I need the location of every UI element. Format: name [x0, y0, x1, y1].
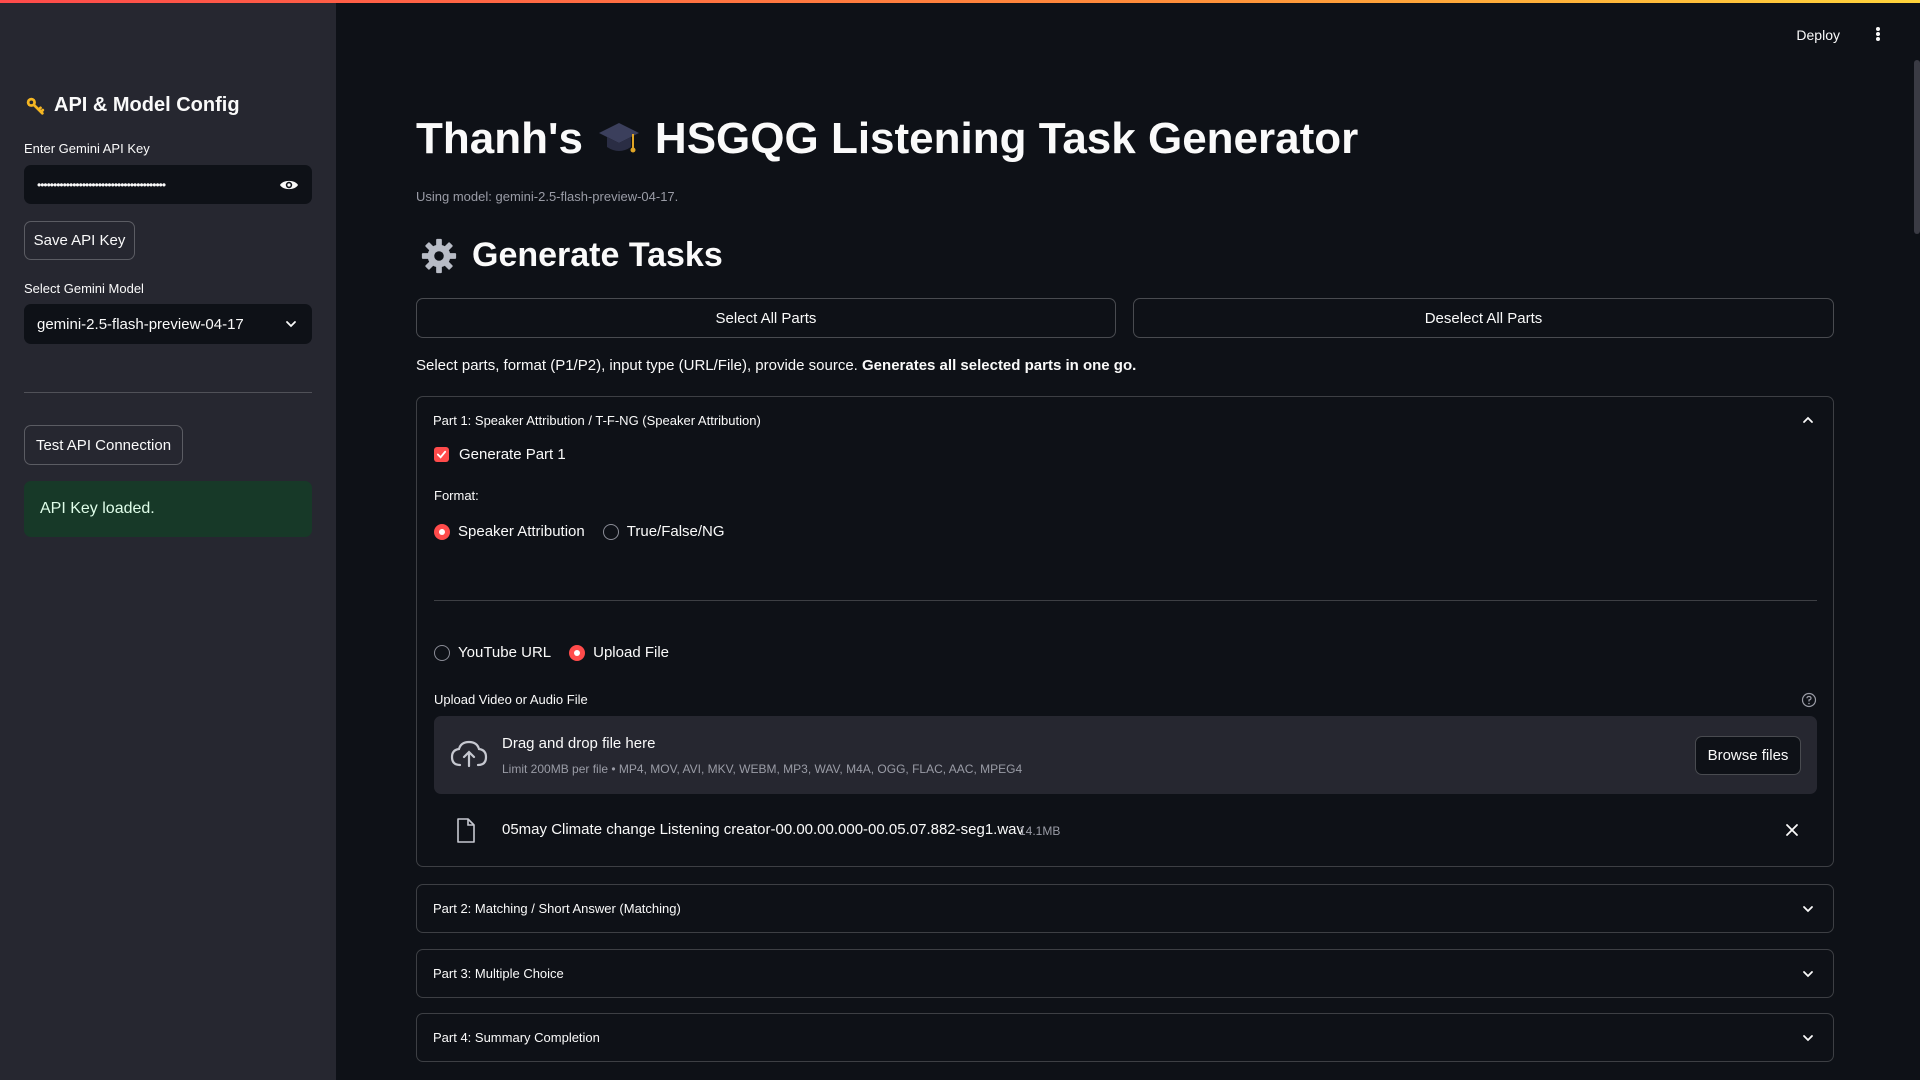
format-option-label: True/False/NG: [626, 523, 725, 540]
check-icon: [436, 450, 447, 459]
part3-expander[interactable]: Part 3: Multiple Choice: [416, 949, 1834, 998]
chevron-down-icon: [286, 321, 296, 328]
model-caption: Using model: gemini-2.5-flash-preview-04…: [416, 189, 679, 204]
save-api-key-button[interactable]: Save API Key: [24, 221, 135, 260]
chevron-down-icon: [1803, 970, 1813, 977]
radio-selected-icon: [569, 644, 586, 661]
eye-icon[interactable]: [279, 178, 299, 192]
radio-unselected-icon: [434, 644, 450, 661]
part1-divider: [434, 600, 1817, 601]
uploaded-file-name: 05may Climate change Listening creator-0…: [502, 821, 1024, 838]
part3-expander-header[interactable]: Part 3: Multiple Choice: [417, 950, 1833, 997]
sidebar: API & Model Config Enter Gemini API Key …: [0, 0, 336, 1080]
input-option-youtube-url[interactable]: YouTube URL: [434, 644, 551, 661]
chevron-up-icon: [1803, 416, 1813, 423]
part3-header-label: Part 3: Multiple Choice: [433, 966, 564, 981]
top-decoration-bar: [0, 0, 1920, 3]
browse-files-button[interactable]: Browse files: [1695, 736, 1801, 775]
radio-unselected-icon: [602, 523, 619, 540]
main-menu-icon[interactable]: [1872, 24, 1884, 44]
input-option-upload-file[interactable]: Upload File: [569, 644, 669, 661]
page-title-part1: Thanh's: [416, 114, 583, 163]
dropzone-title: Drag and drop file here: [502, 735, 656, 752]
model-select[interactable]: gemini-2.5-flash-preview-04-17: [24, 304, 312, 344]
api-status-text: API Key loaded.: [40, 500, 155, 517]
part2-expander[interactable]: Part 2: Matching / Short Answer (Matchin…: [416, 884, 1834, 933]
sidebar-title: API & Model Config: [24, 94, 240, 117]
instructions-text: Select parts, format (P1/P2), input type…: [416, 357, 1136, 374]
select-all-parts-button[interactable]: Select All Parts: [416, 298, 1116, 338]
instructions-bold: Generates all selected parts in one go.: [862, 357, 1137, 374]
format-option-label: Speaker Attribution: [458, 523, 585, 540]
close-icon[interactable]: [1785, 823, 1799, 837]
instructions-normal: Select parts, format (P1/P2), input type…: [416, 357, 863, 374]
part4-expander-header[interactable]: Part 4: Summary Completion: [417, 1014, 1833, 1061]
file-icon: [457, 818, 475, 843]
section-title: Generate Tasks: [420, 236, 723, 275]
radio-selected-icon: [434, 523, 450, 540]
sidebar-divider: [24, 392, 312, 393]
generate-part1-checkbox[interactable]: [434, 447, 449, 462]
api-key-input[interactable]: ••••••••••••••••••••••••••••••••••••••••: [24, 165, 312, 204]
uploaded-file-row: 05may Climate change Listening creator-0…: [434, 805, 1817, 855]
part4-expander[interactable]: Part 4: Summary Completion: [416, 1013, 1834, 1062]
api-key-label: Enter Gemini API Key: [24, 141, 150, 156]
section-title-text: Generate Tasks: [472, 236, 723, 274]
api-status-alert: API Key loaded.: [24, 481, 312, 537]
cloud-upload-icon: [450, 740, 488, 768]
page-title: Thanh's HSGQG Listening Task Generator: [416, 114, 1358, 164]
sidebar-title-text: API & Model Config: [54, 94, 240, 116]
deselect-all-parts-button[interactable]: Deselect All Parts: [1133, 298, 1834, 338]
input-type-radio-group: YouTube URL Upload File: [434, 644, 687, 661]
file-dropzone[interactable]: Drag and drop file here Limit 200MB per …: [434, 716, 1817, 794]
format-radio-group: Speaker Attribution True/False/NG: [434, 523, 743, 540]
part4-header-label: Part 4: Summary Completion: [433, 1030, 600, 1045]
test-api-connection-button[interactable]: Test API Connection: [24, 425, 183, 465]
part1-expander-header[interactable]: Part 1: Speaker Attribution / T-F-NG (Sp…: [417, 397, 1833, 443]
deploy-button[interactable]: Deploy: [1796, 27, 1840, 43]
input-option-label: Upload File: [593, 644, 669, 661]
format-option-speaker-attribution[interactable]: Speaker Attribution: [434, 523, 585, 540]
format-label: Format:: [434, 488, 479, 503]
key-icon: [26, 97, 45, 115]
part1-header-label: Part 1: Speaker Attribution / T-F-NG (Sp…: [433, 412, 761, 428]
upload-label: Upload Video or Audio File: [434, 692, 588, 707]
graduation-cap-icon: [598, 123, 639, 153]
page-title-part2: HSGQG Listening Task Generator: [654, 114, 1359, 163]
api-key-value: ••••••••••••••••••••••••••••••••••••••••: [37, 177, 166, 192]
format-option-tfng[interactable]: True/False/NG: [602, 523, 725, 540]
model-label: Select Gemini Model: [24, 281, 144, 296]
dropzone-limit: Limit 200MB per file • MP4, MOV, AVI, MK…: [502, 762, 1023, 776]
input-option-label: YouTube URL: [458, 644, 552, 661]
uploaded-file-size: 14.1MB: [1019, 824, 1061, 838]
chevron-down-icon: [1803, 1034, 1813, 1041]
part2-expander-header[interactable]: Part 2: Matching / Short Answer (Matchin…: [417, 885, 1833, 932]
gear-icon: [421, 238, 457, 273]
scrollbar[interactable]: [1914, 60, 1920, 234]
part2-header-label: Part 2: Matching / Short Answer (Matchin…: [433, 901, 681, 916]
part1-expander: Part 1: Speaker Attribution / T-F-NG (Sp…: [416, 396, 1834, 867]
generate-part1-label: Generate Part 1: [459, 446, 566, 463]
model-select-value: gemini-2.5-flash-preview-04-17: [37, 315, 244, 333]
chevron-down-icon: [1803, 905, 1813, 912]
help-icon[interactable]: [1801, 692, 1817, 708]
